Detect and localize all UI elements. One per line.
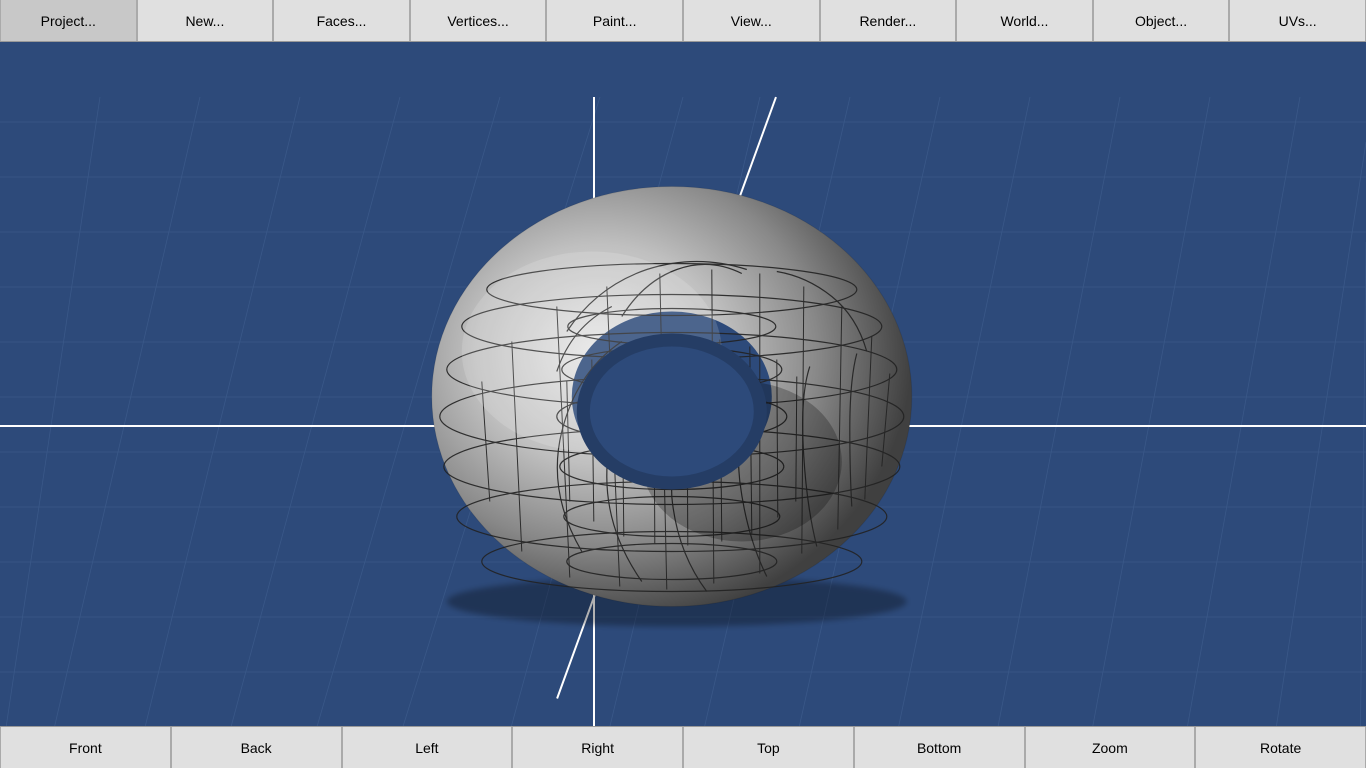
bottom-view-button[interactable]: Bottom [854,727,1025,768]
new-menu-button[interactable]: New... [137,0,274,41]
faces-menu-button[interactable]: Faces... [273,0,410,41]
vertices-menu-button[interactable]: Vertices... [410,0,547,41]
front-view-button[interactable]: Front [0,727,171,768]
rotate-button[interactable]: Rotate [1195,727,1366,768]
project-menu-button[interactable]: Project... [0,0,137,41]
back-view-button[interactable]: Back [171,727,342,768]
bottom-menu-bar: Front Back Left Right Top Bottom Zoom Ro… [0,726,1366,768]
right-view-button[interactable]: Right [512,727,683,768]
left-view-button[interactable]: Left [342,727,513,768]
world-menu-button[interactable]: World... [956,0,1093,41]
render-menu-button[interactable]: Render... [820,0,957,41]
uvs-menu-button[interactable]: UVs... [1229,0,1366,41]
viewport[interactable] [0,42,1366,726]
object-menu-button[interactable]: Object... [1093,0,1230,41]
paint-menu-button[interactable]: Paint... [546,0,683,41]
zoom-button[interactable]: Zoom [1025,727,1196,768]
top-view-button[interactable]: Top [683,727,854,768]
view-menu-button[interactable]: View... [683,0,820,41]
torus-object [392,122,952,647]
torus-svg [392,122,952,642]
top-menu-bar: Project... New... Faces... Vertices... P… [0,0,1366,42]
